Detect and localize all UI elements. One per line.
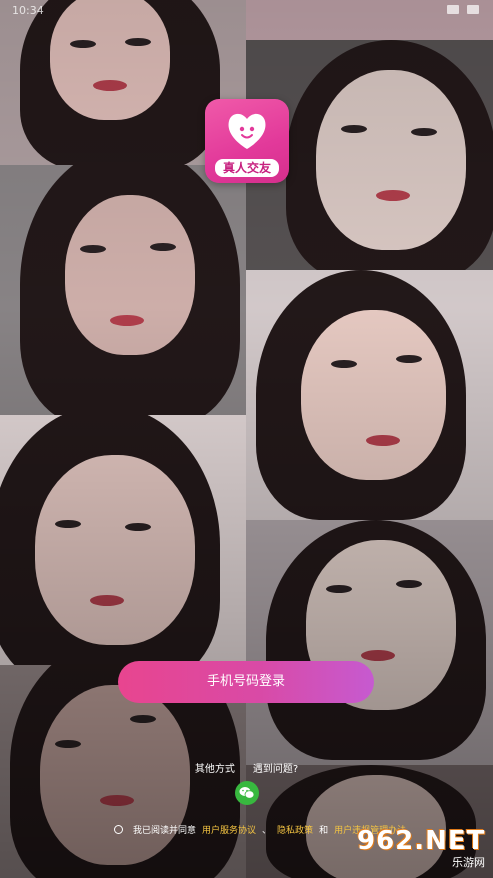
agreement-prefix: 我已阅读并同意 — [133, 826, 197, 836]
wechat-login-button[interactable] — [235, 781, 259, 805]
watermark-brand: 962.NET — [357, 826, 486, 856]
phone-login-button[interactable]: 手机号码登录 — [118, 661, 374, 703]
agreement-checkbox[interactable] — [114, 825, 123, 834]
status-bar-time: 10:34 — [12, 4, 44, 17]
site-watermark: 962.NET 乐游网 — [357, 826, 485, 872]
battery-icon — [467, 5, 479, 14]
app-logo-text: 真人交友 — [215, 159, 279, 177]
status-bar-icons — [447, 5, 479, 14]
signal-icon — [447, 5, 459, 14]
agreement-separator: 和 — [319, 826, 329, 836]
privacy-link[interactable]: 隐私政策 — [277, 823, 313, 836]
watermark-subtitle: 乐游网 — [452, 856, 485, 869]
wechat-icon — [239, 787, 255, 799]
terms-link[interactable]: 用户服务协议 — [202, 823, 256, 836]
heart-icon — [228, 113, 266, 149]
other-options-row: 其他方式 遇到问题? — [0, 760, 493, 775]
agreement-separator: 、 — [262, 826, 272, 836]
problem-link[interactable]: 遇到问题? — [253, 760, 298, 775]
app-logo: 真人交友 — [205, 99, 289, 183]
other-methods-link[interactable]: 其他方式 — [195, 760, 235, 775]
